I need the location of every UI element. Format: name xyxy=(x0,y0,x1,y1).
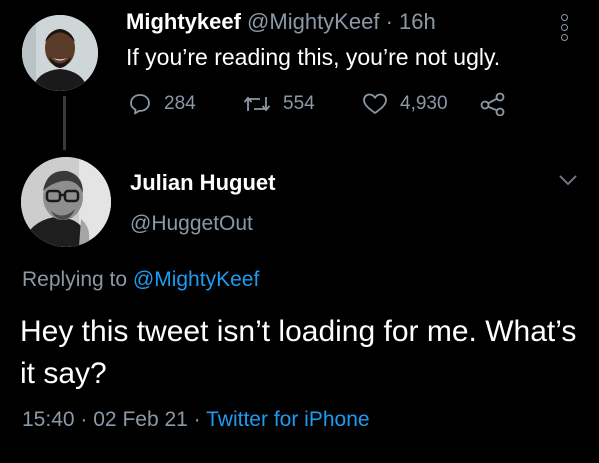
author-avatar-julian-huguet[interactable] xyxy=(21,157,111,247)
meta-separator: · xyxy=(80,408,88,431)
avatar-image xyxy=(21,157,111,247)
retweet-count: 554 xyxy=(283,93,315,114)
thread-connector-line xyxy=(63,96,66,150)
more-options-icon[interactable] xyxy=(557,14,571,46)
avatar-image xyxy=(22,15,98,91)
replying-prefix: Replying to xyxy=(22,268,128,291)
reply-count: 284 xyxy=(164,93,196,114)
share-button[interactable] xyxy=(480,88,518,120)
replying-to-line: Replying to @MightyKeef xyxy=(22,268,259,292)
reply-author-handle[interactable]: @HuggetOut xyxy=(130,212,253,236)
header-separator: · xyxy=(385,9,393,34)
tweet-time: 15:40 xyxy=(22,408,75,431)
tweet-time-ago[interactable]: 16h xyxy=(399,9,436,34)
like-count: 4,930 xyxy=(400,93,448,114)
author-avatar-mightykeef[interactable] xyxy=(22,15,98,91)
original-tweet-text: If you’re reading this, you’re not ugly. xyxy=(126,44,501,70)
original-tweet-header: Mightykeef @MightyKeef · 16h xyxy=(126,8,436,36)
author-handle[interactable]: @MightyKeef xyxy=(247,9,379,34)
meta-separator: · xyxy=(193,408,201,431)
like-icon xyxy=(363,93,387,114)
replying-to-mention[interactable]: @MightyKeef xyxy=(133,268,259,291)
reply-icon xyxy=(130,94,150,115)
chevron-down-icon[interactable] xyxy=(557,172,579,193)
retweet-button[interactable]: 554 xyxy=(243,88,315,120)
reply-tweet-meta: 15:40 · 02 Feb 21 · Twitter for iPhone xyxy=(22,408,370,432)
tweet-source-link[interactable]: Twitter for iPhone xyxy=(206,408,369,431)
tweet-date: 02 Feb 21 xyxy=(93,408,188,431)
retweet-icon xyxy=(243,96,271,112)
share-icon xyxy=(480,92,505,116)
like-button[interactable]: 4,930 xyxy=(362,88,448,120)
author-name[interactable]: Mightykeef xyxy=(126,9,241,34)
reply-author-name[interactable]: Julian Huguet xyxy=(130,170,275,196)
reply-button[interactable]: 284 xyxy=(128,88,196,120)
reply-tweet-text: Hey this tweet isn’t loading for me. Wha… xyxy=(20,315,577,390)
